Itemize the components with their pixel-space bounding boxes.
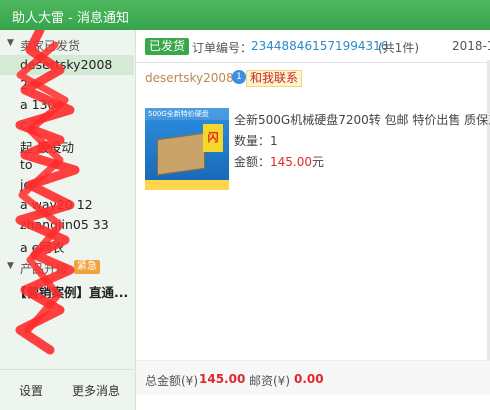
title-bar[interactable]: 助人大雷 - 消息通知 bbox=[0, 0, 490, 30]
list-item[interactable]: 2 bbox=[0, 75, 134, 95]
amount-unit: 元 bbox=[312, 155, 325, 169]
sidebar-footer: 设置 更多消息 bbox=[0, 369, 134, 410]
more-messages-button[interactable]: 更多消息 bbox=[72, 382, 120, 399]
total-value: 145.00 bbox=[199, 372, 246, 386]
postage-label: 邮资(¥) bbox=[249, 374, 290, 388]
caret-down-icon: ▼ bbox=[7, 38, 14, 48]
order-header: 已发货 订单编号： 234488461571994316 (共1件) 2018-… bbox=[136, 30, 490, 63]
seller-name[interactable]: desertsky2008 bbox=[145, 71, 234, 85]
list-item-label: jo bbox=[20, 177, 32, 192]
group-shipped[interactable]: ▼ 卖家已发货 bbox=[0, 35, 134, 55]
product-name-link[interactable]: 全新500G机械硬盘7200转 包邮 特价出售 质保三 bbox=[234, 111, 490, 128]
sidebar: ▼ 卖家已发货 desertsky2008 2 a 130 c 起 最没动 to… bbox=[0, 30, 136, 410]
list-item[interactable]: to bbox=[0, 155, 134, 175]
postage-value: 0.00 bbox=[294, 372, 324, 386]
product-quantity: 数量：1 bbox=[234, 134, 278, 148]
list-item[interactable]: 起 最没动 bbox=[0, 135, 134, 155]
thumb-badge: 闪 bbox=[203, 124, 223, 152]
thumb-caption: 500G全新特价硬盘 bbox=[148, 110, 209, 118]
status-badge: 已发货 bbox=[145, 38, 190, 55]
settings-button[interactable]: 设置 bbox=[19, 382, 43, 399]
list-item-desertsky2008[interactable]: desertsky2008 bbox=[0, 55, 134, 75]
list-item-label: to bbox=[20, 157, 33, 172]
list-item-label: desertsky2008 bbox=[20, 57, 113, 72]
item-count: (共1件) bbox=[378, 41, 419, 55]
list-item-label: 起 最没动 bbox=[20, 140, 74, 155]
hard-drive-box-image bbox=[157, 132, 205, 176]
list-item-marketing-case[interactable]: 【营销案例】直通... bbox=[0, 280, 134, 300]
list-item-label: c bbox=[20, 117, 27, 132]
urgent-badge: 紧急 bbox=[74, 260, 100, 274]
group-label: 卖家已发货 bbox=[20, 39, 81, 53]
list-item[interactable]: c bbox=[0, 115, 134, 135]
chat-icon: 1 bbox=[232, 70, 246, 84]
order-date: 2018-1 bbox=[452, 39, 490, 53]
thumb-footer bbox=[145, 180, 229, 190]
amount-label: 金额： bbox=[234, 155, 271, 169]
group-label: 产品升级 bbox=[20, 262, 69, 276]
list-item-label: a way20 12 bbox=[20, 197, 93, 212]
caret-down-icon: ▼ bbox=[7, 261, 14, 271]
list-item[interactable]: a e网衣 bbox=[0, 235, 134, 255]
list-item-label: zhangjin05 33 bbox=[20, 217, 109, 232]
list-item[interactable]: a 130 bbox=[0, 95, 134, 115]
list-item-label: 2 bbox=[20, 77, 28, 92]
total-label: 总金额(¥) bbox=[145, 374, 198, 388]
window-title: 助人大雷 - 消息通知 bbox=[12, 11, 129, 26]
list-item-label: a e网衣 bbox=[20, 240, 65, 255]
list-item[interactable]: a way20 12 bbox=[0, 195, 134, 215]
list-item[interactable]: jo bbox=[0, 175, 134, 195]
list-item[interactable]: zhangjin05 33 bbox=[0, 215, 134, 235]
list-item-label: 【营销案例】直通... bbox=[14, 285, 129, 300]
amount-value: 145.00 bbox=[270, 155, 313, 169]
list-item-label: a 130 bbox=[20, 97, 56, 112]
product-amount: 金额：145.00元 bbox=[234, 153, 324, 170]
group-upgrade[interactable]: ▼ 产品升级 紧急 bbox=[0, 258, 134, 278]
order-number-label: 订单编号： bbox=[192, 41, 253, 55]
order-footer: 总金额(¥) 145.00 邮资(¥) 0.00 bbox=[136, 360, 490, 395]
order-number-link[interactable]: 234488461571994316 bbox=[251, 39, 388, 53]
product-thumbnail[interactable]: 500G全新特价硬盘 闪 bbox=[145, 108, 229, 190]
contact-label: 和我联系 bbox=[246, 70, 303, 87]
